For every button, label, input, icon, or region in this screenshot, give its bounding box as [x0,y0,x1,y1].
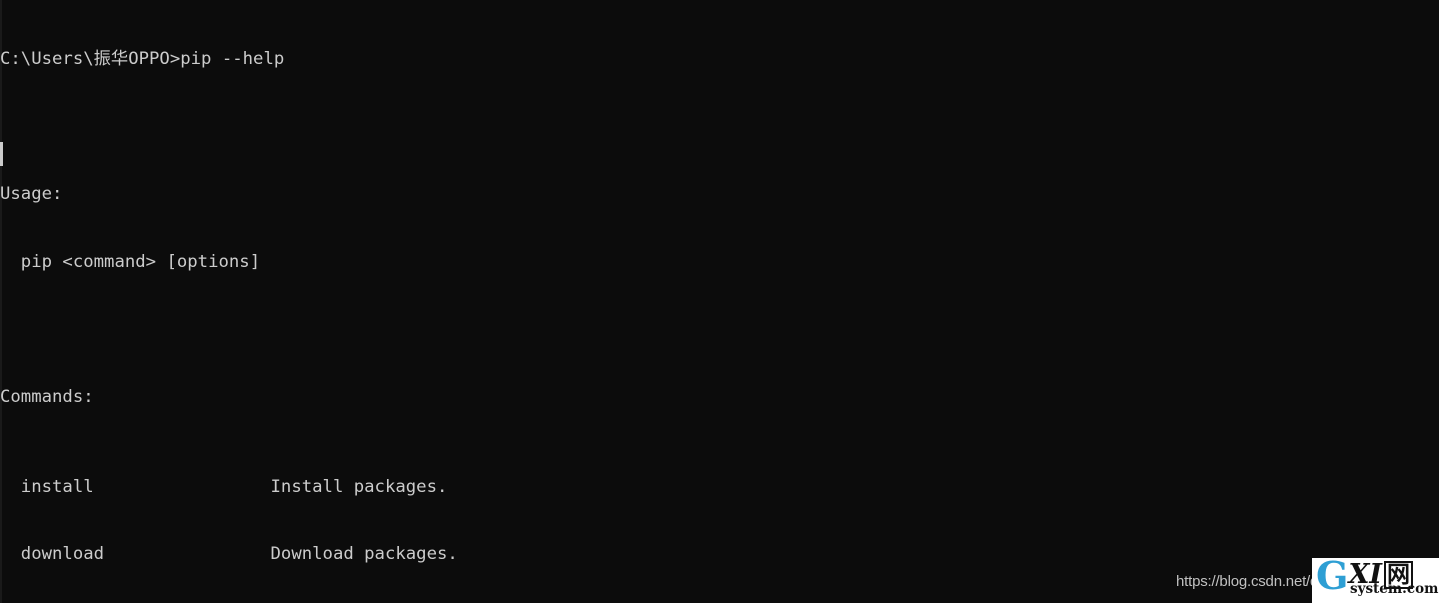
command-desc: Download packages. [270,544,458,564]
usage-heading: Usage: [0,184,63,204]
prompt-line: C:\Users\振华OPPO>pip --help [0,49,285,69]
csdn-watermark: https://blog.csdn.net/q [1176,573,1319,590]
logo-subtitle: system.com [1350,580,1439,597]
gxi-system-logo: G XI 网 system.com [1312,558,1439,603]
command-name: install [0,476,94,497]
command-pad [104,544,270,564]
usage-line: pip <command> [options] [0,251,261,272]
console-output: C:\Users\振华OPPO>pip --help Usage: pip <c… [0,3,1439,603]
command-name: download [0,544,105,564]
command-pad [94,477,271,497]
terminal-window[interactable]: C:\Users\振华OPPO>pip --help Usage: pip <c… [0,0,1439,603]
command-row-install: install Install packages. [0,476,1439,499]
logo-letter-g: G [1316,558,1348,598]
commands-heading: Commands: [0,386,94,407]
command-desc: Install packages. [270,476,448,497]
command-row-download: download Download packages. [0,543,1439,566]
